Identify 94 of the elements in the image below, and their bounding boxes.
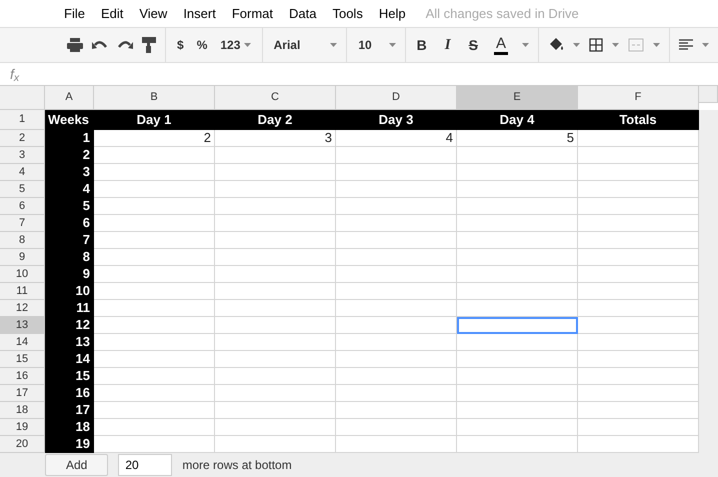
table-cell: 6	[45, 215, 94, 232]
menu-item[interactable]: Tools	[324, 0, 371, 28]
add-button[interactable]: Add	[45, 454, 108, 476]
table-cell: 15	[45, 368, 94, 385]
save-status: All changes saved in Drive	[424, 4, 580, 23]
row-header[interactable]: 1	[0, 110, 45, 130]
align-left-icon[interactable]	[679, 39, 693, 51]
table-cell: 13	[45, 334, 94, 351]
undo-icon[interactable]	[92, 39, 108, 51]
strikethrough-button[interactable]: S	[466, 34, 480, 56]
borders-icon[interactable]	[589, 38, 603, 52]
table-cell: 8	[45, 249, 94, 266]
caret-icon[interactable]	[244, 43, 251, 47]
table-cell: 4	[336, 130, 457, 147]
formula-label: f$_{x}$	[10, 64, 20, 84]
column-header[interactable]: A	[45, 86, 94, 110]
table-cell: 5	[457, 130, 578, 147]
table-cell: 3	[45, 164, 94, 181]
table-cell: 1	[45, 130, 94, 147]
menu-item[interactable]: View	[131, 0, 176, 28]
table-cell: 5	[45, 198, 94, 215]
table-cell: 18	[45, 419, 94, 436]
menu-item[interactable]: Insert	[175, 0, 224, 28]
row-header[interactable]: 18	[0, 402, 45, 419]
row-header[interactable]: 10	[0, 266, 45, 283]
menu-item[interactable]: Data	[281, 0, 324, 28]
font-size-value[interactable]: 10	[356, 34, 374, 56]
italic-button[interactable]: I	[442, 34, 453, 56]
header-cell: Totals	[578, 110, 699, 130]
header-cell: Day 4	[457, 110, 578, 130]
merge-cells-icon	[628, 38, 644, 52]
row-header[interactable]: 19	[0, 419, 45, 436]
table-cell: 2	[45, 147, 94, 164]
paint-roller-icon[interactable]	[142, 37, 156, 53]
column-header[interactable]: D	[336, 86, 457, 110]
header-cell: Day 1	[94, 110, 215, 130]
table-cell: 14	[45, 351, 94, 368]
caret-icon[interactable]	[522, 43, 529, 47]
selected-cell[interactable]	[457, 317, 578, 334]
row-header[interactable]: 12	[0, 300, 45, 317]
table-cell: 9	[45, 266, 94, 283]
column-header[interactable]: F	[578, 86, 699, 110]
menu-item[interactable]: Help	[370, 0, 414, 28]
table-cell: 10	[45, 283, 94, 300]
column-header[interactable]: B	[94, 86, 215, 110]
number-format-button[interactable]: 123	[218, 34, 253, 56]
caret-icon[interactable]	[653, 43, 660, 47]
table-cell: 12	[45, 317, 94, 334]
table-cell: 7	[45, 232, 94, 249]
row-header[interactable]: 5	[0, 181, 45, 198]
table-cell: 11	[45, 300, 94, 317]
caret-icon[interactable]	[573, 43, 580, 47]
row-header[interactable]: 4	[0, 164, 45, 181]
redo-icon[interactable]	[117, 39, 133, 51]
menu-item[interactable]: Edit	[92, 0, 132, 28]
row-count-field[interactable]: 20	[118, 454, 172, 476]
menu-item[interactable]: File	[56, 0, 93, 28]
table-cell: 16	[45, 385, 94, 402]
text-color-button[interactable]: A	[494, 35, 508, 55]
header-cell: Day 3	[336, 110, 457, 130]
bold-button[interactable]: B	[414, 34, 429, 56]
table-cell: 2	[94, 130, 215, 147]
row-header[interactable]: 9	[0, 249, 45, 266]
row-header[interactable]: 8	[0, 232, 45, 249]
fill-bucket-icon[interactable]	[548, 37, 564, 53]
currency-button[interactable]: $	[175, 34, 186, 56]
row-header[interactable]: 17	[0, 385, 45, 402]
row-header[interactable]: 6	[0, 198, 45, 215]
row-header[interactable]: 20	[0, 436, 45, 453]
column-header[interactable]: C	[215, 86, 336, 110]
table-cell: 3	[215, 130, 336, 147]
table-cell: 19	[45, 436, 94, 453]
column-header[interactable]: E	[457, 86, 578, 110]
caret-icon[interactable]	[612, 43, 619, 47]
footer-text: more rows at bottom	[182, 457, 292, 474]
caret-icon[interactable]	[388, 43, 396, 47]
percent-button[interactable]: %	[194, 34, 210, 56]
print-icon[interactable]	[67, 38, 83, 52]
row-header[interactable]: 7	[0, 215, 45, 232]
font-name[interactable]: Arial	[272, 34, 302, 56]
row-header[interactable]: 15	[0, 351, 45, 368]
table-cell: 4	[45, 181, 94, 198]
header-cell: Day 2	[215, 110, 336, 130]
row-header[interactable]: 11	[0, 283, 45, 300]
caret-icon[interactable]	[702, 43, 709, 47]
table-cell: 17	[45, 402, 94, 419]
row-header[interactable]: 2	[0, 130, 45, 147]
row-header[interactable]: 16	[0, 368, 45, 385]
row-header[interactable]: 3	[0, 147, 45, 164]
menu-item[interactable]: Format	[224, 0, 281, 28]
header-cell: Weeks	[45, 110, 94, 130]
row-header[interactable]: 13	[0, 317, 45, 334]
caret-icon[interactable]	[330, 43, 338, 47]
row-header[interactable]: 14	[0, 334, 45, 351]
